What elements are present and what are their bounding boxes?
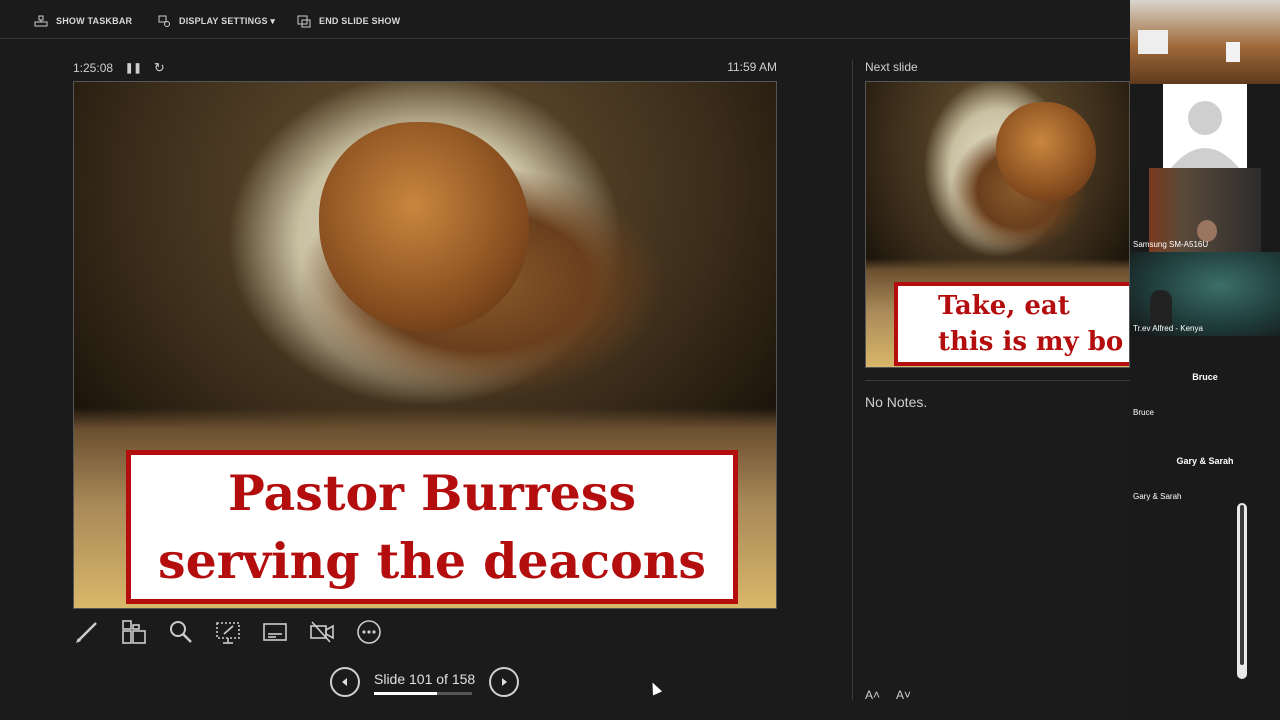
participant-name-4: Tr.ev Alfred - Kenya <box>1133 324 1203 333</box>
panel-divider[interactable] <box>852 60 853 700</box>
participant-panel: Samsung SM-A516U Tr.ev Alfred - Kenya Br… <box>1130 0 1280 720</box>
participant-name-gary-sarah: Gary & Sarah <box>1133 492 1182 501</box>
next-slide-preview[interactable]: Take, eat this is my bo <box>865 81 1130 368</box>
notes-font-controls: A˄ A˅ <box>865 688 911 702</box>
font-decrease-button[interactable]: A˅ <box>896 688 911 702</box>
clock: 11:59 AM <box>727 60 777 74</box>
presenter-toolbar: SHOW TASKBAR DISPLAY SETTINGS ▾ END SLID… <box>0 0 1130 39</box>
slide-progress-bar <box>374 692 472 695</box>
end-slide-show-button[interactable]: END SLIDE SHOW <box>297 14 400 28</box>
more-icon <box>357 620 381 644</box>
display-settings-button[interactable]: DISPLAY SETTINGS ▾ <box>157 14 275 28</box>
zoom-icon <box>170 621 192 643</box>
room-poster-image <box>1226 42 1240 62</box>
next-caption-line-1: Take, eat <box>938 291 1070 321</box>
participant-tile-bruce[interactable]: Bruce <box>1130 372 1280 382</box>
next-slide-button[interactable] <box>489 667 520 697</box>
timer: 1:25:08 ❚❚ ↻ <box>73 60 165 76</box>
avatar-icon <box>1171 101 1239 168</box>
show-taskbar-label: SHOW TASKBAR <box>56 16 133 26</box>
slide-counter[interactable]: Slide 101 of 158 <box>374 671 476 695</box>
end-slide-show-label: END SLIDE SHOW <box>319 16 401 26</box>
camera-off-icon <box>310 621 334 643</box>
participant-tile-gary-sarah[interactable]: Gary & Sarah <box>1130 456 1280 466</box>
zoom-button[interactable] <box>167 618 195 646</box>
prev-arrow-icon <box>342 678 347 686</box>
subtitles-icon <box>263 623 287 641</box>
camera-toggle-button[interactable] <box>308 618 336 646</box>
next-caption-line-2: this is my bo <box>938 327 1124 357</box>
scrollbar-thumb[interactable] <box>1240 505 1244 665</box>
room-screen-image <box>1138 30 1168 54</box>
next-bread-image <box>996 102 1096 202</box>
speaker-notes[interactable]: No Notes. <box>865 394 927 410</box>
next-arrow-icon <box>502 678 508 686</box>
slides-grid-icon <box>122 620 146 644</box>
display-settings-label: DISPLAY SETTINGS ▾ <box>179 15 276 26</box>
participant-name-bruce: Bruce <box>1133 408 1154 417</box>
subtitles-button[interactable] <box>261 618 289 646</box>
slide-progress-fill <box>374 692 437 695</box>
font-increase-button[interactable]: A˄ <box>865 688 880 702</box>
see-all-slides-button[interactable] <box>120 618 148 646</box>
display-settings-icon <box>158 15 170 27</box>
show-taskbar-button[interactable]: SHOW TASKBAR <box>34 14 132 28</box>
participant-video-1[interactable] <box>1130 0 1280 84</box>
notes-divider <box>865 380 1130 381</box>
bread-image <box>319 122 529 332</box>
mouse-cursor-icon <box>647 680 663 696</box>
participant-scrollbar[interactable] <box>1237 503 1247 679</box>
presenter-tools <box>73 618 383 646</box>
caption-line-1: Pastor Burress <box>227 464 637 522</box>
caption-line-2: serving the deacons <box>157 532 707 590</box>
pointer-screen-icon <box>216 622 240 644</box>
more-options-button[interactable] <box>355 618 383 646</box>
taskbar-icon <box>34 15 48 27</box>
pointer-options-button[interactable] <box>214 618 242 646</box>
pen-icon <box>76 622 97 643</box>
slide-caption: Pastor Burress serving the deacons <box>126 450 738 604</box>
elapsed-time: 1:25:08 <box>73 61 114 75</box>
previous-slide-button[interactable] <box>330 667 360 697</box>
pen-button[interactable] <box>73 618 101 646</box>
slide-counter-text: Slide 101 of 158 <box>374 671 476 687</box>
participant-name-3: Samsung SM-A516U <box>1133 240 1209 249</box>
participant-video-2[interactable] <box>1163 84 1247 168</box>
current-slide[interactable]: Pastor Burress serving the deacons <box>73 81 777 609</box>
restart-icon[interactable]: ↻ <box>154 60 165 76</box>
participant-face-image <box>1197 220 1217 242</box>
slide-navigation: Slide 101 of 158 <box>330 667 520 697</box>
participant-silhouette-image <box>1150 290 1172 326</box>
next-slide-label: Next slide <box>865 60 918 74</box>
next-slide-caption: Take, eat this is my bo <box>894 282 1129 366</box>
pause-icon[interactable]: ❚❚ <box>125 63 142 74</box>
end-show-icon <box>297 15 311 28</box>
